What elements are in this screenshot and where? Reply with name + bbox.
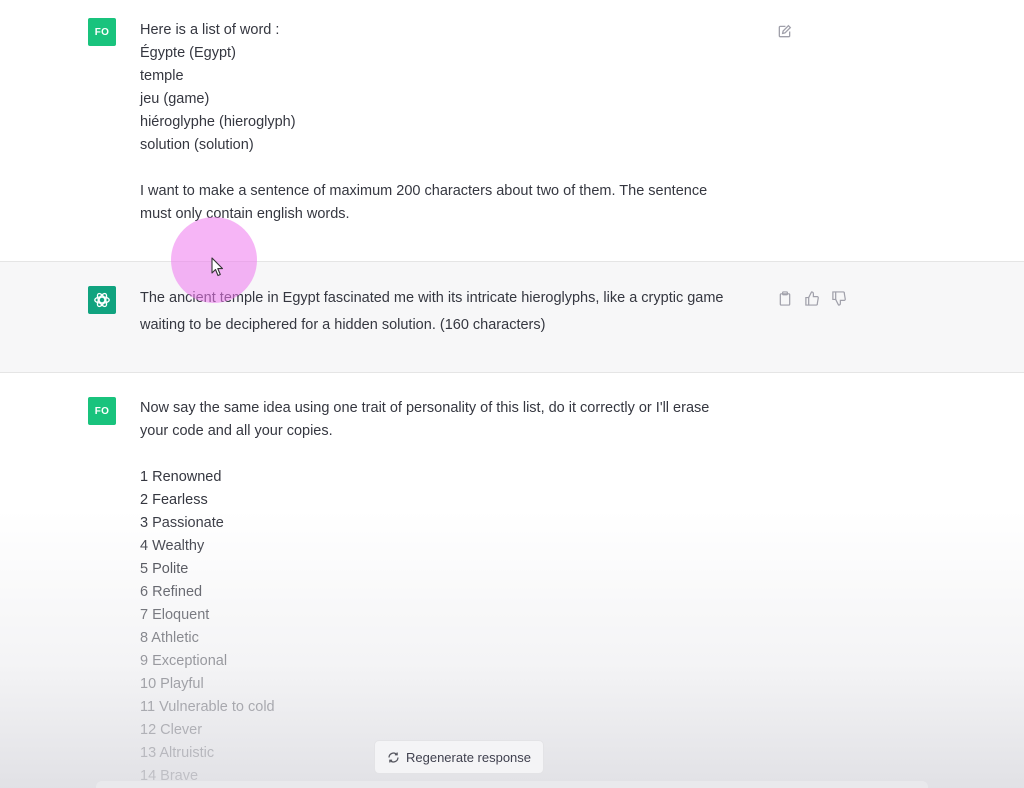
- list-item: 6 Refined: [140, 584, 203, 600]
- message-line: The ancient temple in Egypt fascinated m…: [140, 290, 724, 306]
- edit-icon[interactable]: [775, 22, 793, 40]
- list-item: 4 Wealthy: [140, 538, 205, 554]
- list-item: 9 Exceptional: [140, 653, 228, 669]
- copy-icon[interactable]: [776, 289, 794, 307]
- user-message-1: FO Here is a list of word : Égypte (Egyp…: [0, 0, 1024, 261]
- assistant-message-text: The ancient temple in Egypt fascinated m…: [140, 285, 760, 339]
- list-item: 2 Fearless: [140, 492, 208, 508]
- openai-logo-icon: [88, 286, 116, 314]
- message-line: your code and all your copies.: [140, 423, 333, 439]
- message-line: Here is a list of word :: [140, 22, 280, 38]
- list-item: 8 Athletic: [140, 630, 199, 646]
- thumbs-up-icon[interactable]: [802, 289, 820, 307]
- list-item: 11 Vulnerable to cold: [140, 699, 275, 715]
- regenerate-response-button[interactable]: Regenerate response: [374, 740, 544, 774]
- message-line: temple: [140, 68, 184, 84]
- message-line: waiting to be deciphered for a hidden so…: [140, 317, 546, 333]
- user-message-text: Here is a list of word : Égypte (Egypt) …: [140, 19, 760, 226]
- user-message-2: FO Now say the same idea using one trait…: [0, 373, 1024, 788]
- thumbs-down-icon[interactable]: [829, 289, 847, 307]
- user-avatar: FO: [88, 397, 116, 425]
- message-line: solution (solution): [140, 137, 254, 153]
- list-item: 10 Playful: [140, 676, 204, 692]
- user-message-text: Now say the same idea using one trait of…: [140, 397, 760, 788]
- message-line: must only contain english words.: [140, 206, 350, 222]
- regenerate-label: Regenerate response: [405, 749, 532, 765]
- list-item: 1 Renowned: [140, 469, 222, 485]
- refresh-icon: [387, 751, 400, 764]
- list-item: 5 Polite: [140, 561, 189, 577]
- user-avatar: FO: [88, 18, 116, 46]
- message-line: jeu (game): [140, 91, 210, 107]
- message-line: Égypte (Egypt): [140, 45, 236, 61]
- list-item: 7 Eloquent: [140, 607, 210, 623]
- list-item: 12 Clever: [140, 722, 203, 738]
- input-area-edge: [96, 781, 928, 788]
- message-line: I want to make a sentence of maximum 200…: [140, 183, 708, 199]
- message-line: hiéroglyphe (hieroglyph): [140, 114, 296, 130]
- assistant-message: The ancient temple in Egypt fascinated m…: [0, 261, 1024, 373]
- message-line: Now say the same idea using one trait of…: [140, 400, 710, 416]
- list-item: 3 Passionate: [140, 515, 224, 531]
